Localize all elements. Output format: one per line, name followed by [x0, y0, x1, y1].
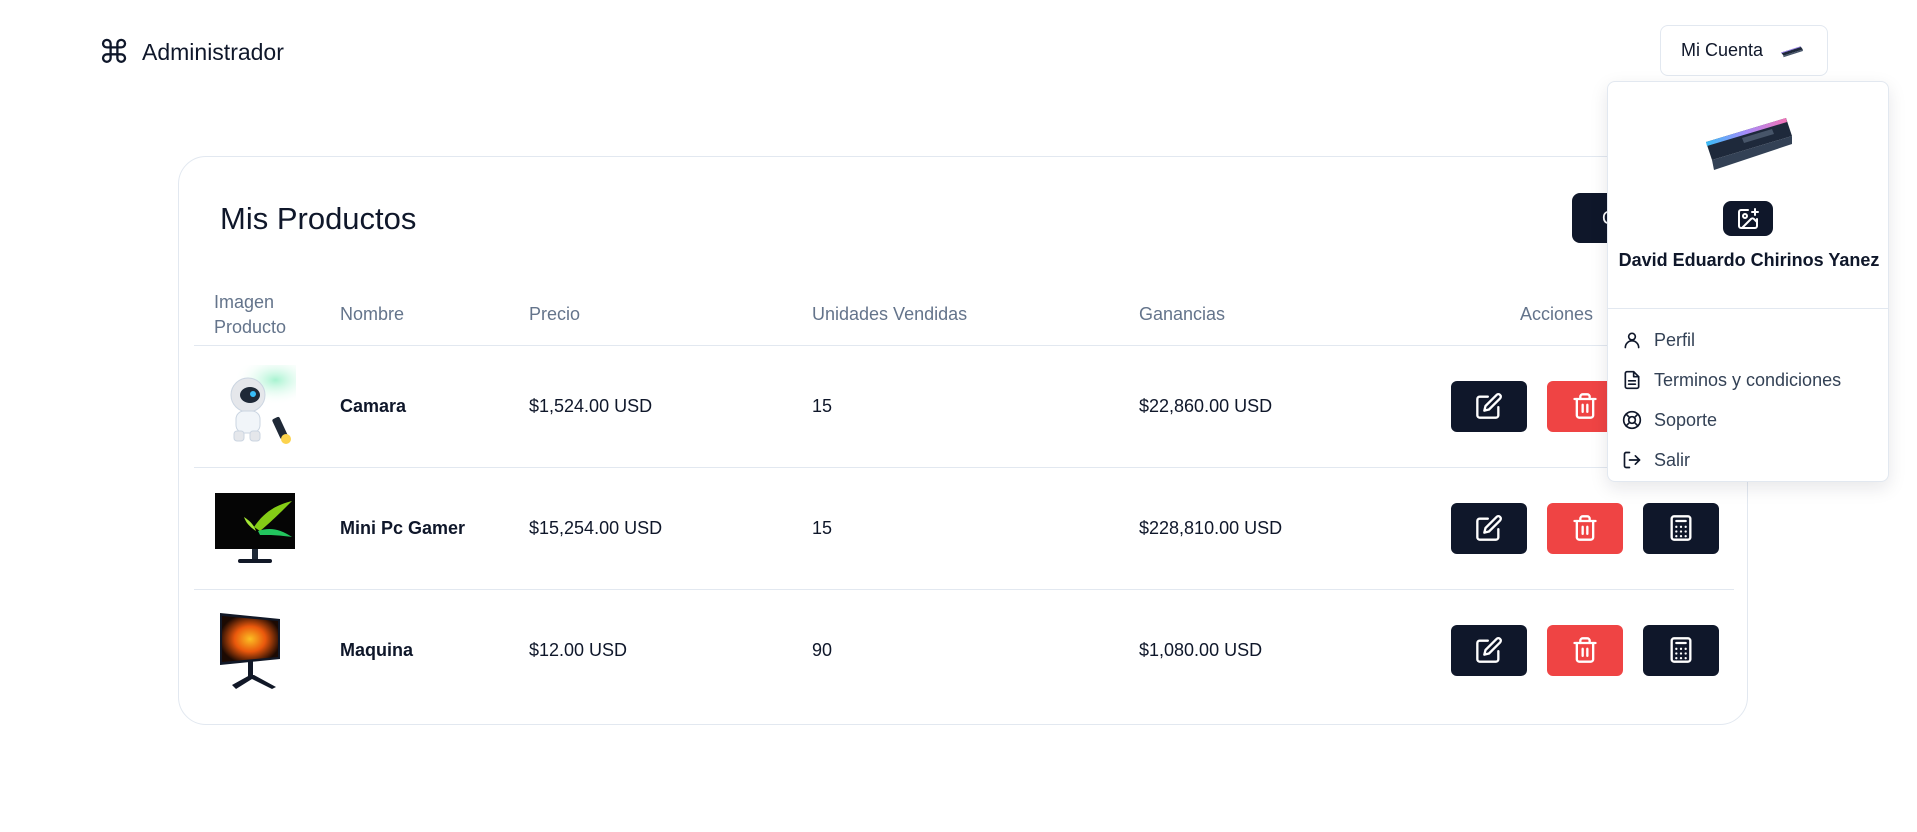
- document-icon: [1624, 370, 1640, 390]
- monitor-image: [214, 487, 296, 569]
- image-upload-icon: [1738, 207, 1759, 229]
- edit-icon: [1476, 515, 1502, 541]
- product-name: Maquina: [340, 639, 414, 660]
- menu-item-terminos[interactable]: Terminos y condiciones: [1622, 360, 1876, 400]
- lifebuoy-icon: [1622, 410, 1642, 430]
- product-earnings: $1,080.00 USD: [1139, 639, 1263, 660]
- trash-icon: [1573, 515, 1597, 541]
- product-actions: [1419, 467, 1734, 590]
- product-image-cell: [194, 345, 320, 468]
- account-dropdown: David Eduardo Chirinos Yanez Perfil Term…: [1607, 81, 1889, 482]
- calculator-icon: [1670, 637, 1692, 664]
- product-units: 15: [792, 345, 1119, 468]
- product-price: $1,524.00 USD: [509, 345, 792, 468]
- page-title: Mis Productos: [220, 201, 417, 236]
- calculator-icon: [1670, 515, 1692, 541]
- product-price: $15,254.00 USD: [509, 467, 792, 590]
- delete-button[interactable]: [1547, 624, 1623, 676]
- menu-item-label: Terminos y condiciones: [1654, 369, 1842, 390]
- menu-item-label: Perfil: [1654, 329, 1696, 350]
- product-name: Mini Pc Gamer: [320, 467, 509, 590]
- product-earnings: $228,810.00 USD: [1119, 467, 1419, 590]
- trash-icon: [1573, 637, 1597, 664]
- product-image-cell: [194, 589, 320, 711]
- upload-photo-button[interactable]: [1723, 201, 1773, 236]
- user-name: David Eduardo Chirinos Yanez: [1618, 250, 1880, 270]
- table-row: Maquina $12.00 USD 90 $1,080.00 USD: [194, 589, 1734, 711]
- products-card: Mis Productos C Imagen Producto Nombre P…: [178, 156, 1748, 725]
- command-icon: ⌘: [98, 33, 130, 71]
- astronaut-projector-image: [214, 365, 296, 447]
- product-units: 90: [812, 639, 833, 660]
- brand[interactable]: ⌘ Administrador: [98, 36, 284, 68]
- product-units: 15: [792, 467, 1119, 590]
- edit-button[interactable]: [1451, 502, 1527, 554]
- calculate-button[interactable]: [1643, 624, 1719, 676]
- column-header-price: Precio: [509, 285, 792, 346]
- table-header-row: Imagen Producto Nombre Precio Unidades V…: [194, 285, 1734, 346]
- product-name: Camara: [320, 345, 509, 468]
- edit-button[interactable]: [1451, 380, 1527, 432]
- column-header-name: Nombre: [320, 285, 509, 346]
- trash-icon: [1573, 393, 1597, 419]
- calculate-button[interactable]: [1643, 502, 1719, 554]
- user-icon: [1624, 332, 1640, 349]
- product-price: $12.00 USD: [529, 639, 628, 660]
- edit-icon: [1476, 637, 1502, 664]
- product-earnings: $22,860.00 USD: [1119, 345, 1419, 468]
- column-header-earnings: Ganancias: [1119, 285, 1419, 346]
- divider: [1608, 308, 1888, 309]
- brand-title: Administrador: [142, 38, 284, 65]
- gaming-monitor-image: [214, 609, 296, 692]
- account-menu: Perfil Terminos y condiciones Soporte Sa…: [1622, 320, 1876, 480]
- products-table: Imagen Producto Nombre Precio Unidades V…: [194, 285, 1734, 711]
- table-row: Mini Pc Gamer $15,254.00 USD 15 $228,810…: [194, 467, 1734, 590]
- logout-icon: [1623, 451, 1641, 469]
- menu-item-label: Soporte: [1654, 409, 1718, 430]
- account-menu-button[interactable]: Mi Cuenta: [1660, 25, 1828, 76]
- menu-item-salir[interactable]: Salir: [1622, 440, 1876, 480]
- edit-button[interactable]: [1451, 624, 1527, 676]
- column-header-image: Imagen Producto: [194, 285, 320, 346]
- product-actions: [1419, 589, 1734, 711]
- product-image-cell: [194, 467, 320, 590]
- menu-item-label: Salir: [1654, 449, 1691, 470]
- delete-button[interactable]: [1547, 502, 1623, 554]
- ram-module-image: [1781, 45, 1803, 57]
- ram-module-image: [1706, 118, 1792, 170]
- table-row: Camara $1,524.00 USD 15 $22,860.00 USD: [194, 345, 1734, 468]
- account-label: Mi Cuenta: [1680, 40, 1764, 60]
- menu-item-perfil[interactable]: Perfil: [1622, 320, 1876, 360]
- edit-icon: [1476, 393, 1502, 419]
- column-header-units: Unidades Vendidas: [792, 285, 1119, 346]
- menu-item-soporte[interactable]: Soporte: [1622, 400, 1876, 440]
